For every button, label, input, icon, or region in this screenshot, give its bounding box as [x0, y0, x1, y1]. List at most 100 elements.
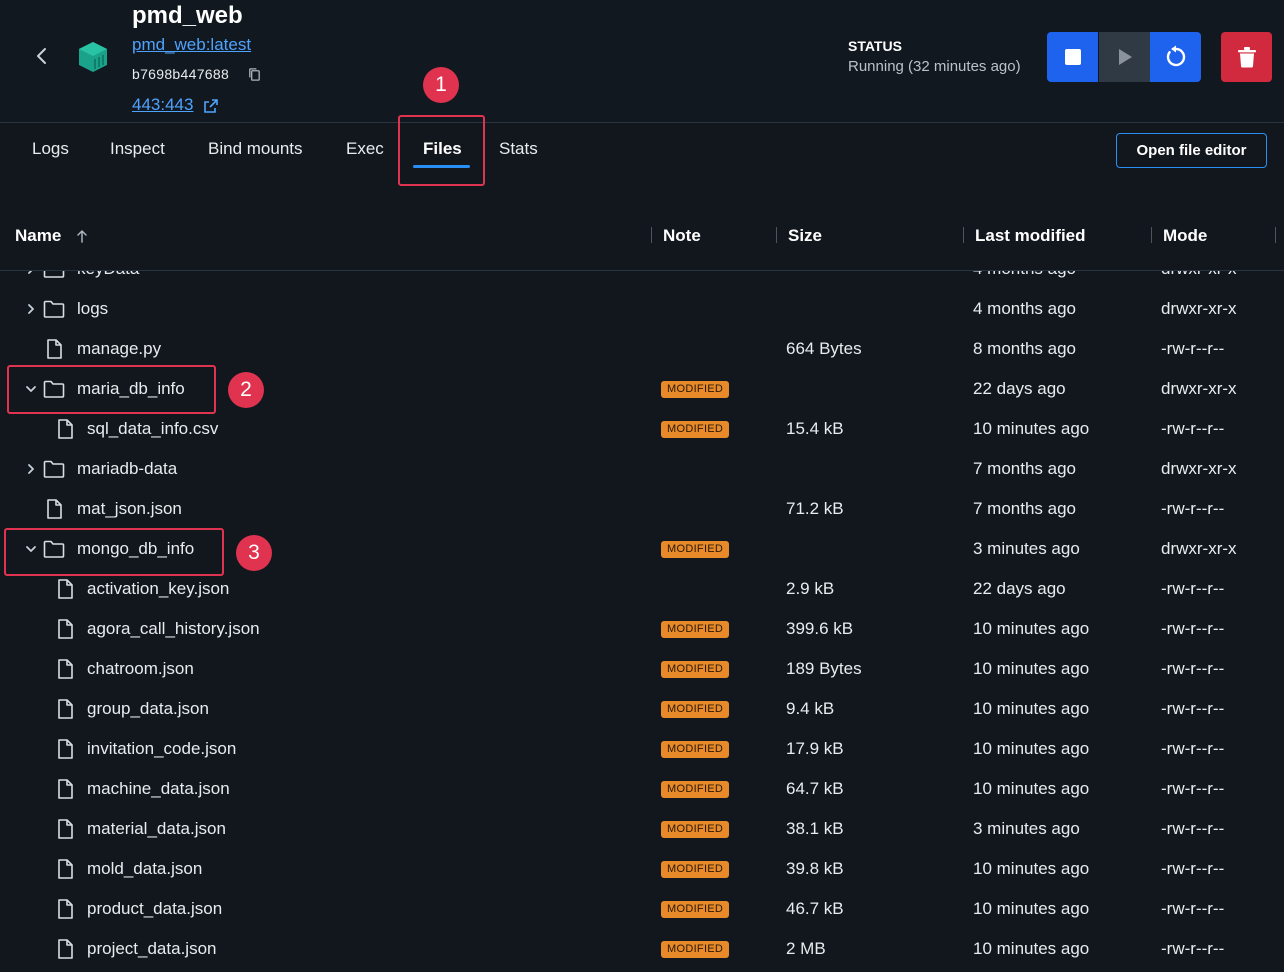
item-mode: -rw-r--r-- — [1161, 499, 1225, 518]
image-link[interactable]: pmd_web:latest — [132, 35, 251, 55]
item-name: logs — [77, 299, 109, 318]
column-header-last-modified[interactable]: Last modified — [975, 226, 1086, 246]
tab-bar: Logs Inspect Bind mounts Exec Files Stat… — [0, 123, 1284, 183]
item-name: machine_data.json — [87, 779, 230, 798]
file-row[interactable]: sql_data_info.csv MODIFIED 15.4 kB 10 minut… — [0, 410, 1284, 450]
item-size: 39.8 kB — [786, 859, 844, 878]
container-cube-icon — [79, 42, 107, 72]
file-row[interactable]: mold_data.json MODIFIED 39.8 kB 10 minutes … — [0, 850, 1284, 890]
trash-icon — [1237, 47, 1256, 68]
item-name: project_data.json — [87, 939, 217, 958]
modified-badge: MODIFIED — [661, 661, 730, 678]
file-row[interactable]: project_data.json MODIFIED 2 MB 10 minutes … — [0, 930, 1284, 970]
chevron-right-icon[interactable] — [24, 302, 38, 316]
item-mode: -rw-r--r-- — [1161, 939, 1225, 958]
table-header: Name Note Size Last modified Mode — [0, 212, 1284, 271]
item-mode: drwxr-xr-x — [1161, 539, 1237, 558]
file-icon — [54, 859, 76, 879]
item-last-modified: 3 minutes ago — [973, 539, 1080, 558]
item-size: 9.4 kB — [786, 699, 835, 718]
delete-button[interactable] — [1221, 32, 1272, 82]
item-mode: drwxr-xr-x — [1161, 271, 1237, 279]
item-size: 189 Bytes — [786, 659, 862, 678]
folder-icon — [43, 271, 65, 279]
annotation-marker-3: 3 — [236, 535, 272, 571]
tab-bind-mounts[interactable]: Bind mounts — [208, 139, 303, 159]
folder-row[interactable]: mariadb-data 7 months ago drwxr-xr-x — [0, 450, 1284, 490]
start-button[interactable] — [1099, 32, 1150, 82]
file-icon — [54, 579, 76, 599]
folder-row[interactable]: logs 4 months ago drwxr-xr-x — [0, 290, 1284, 330]
open-file-editor-button[interactable]: Open file editor — [1116, 133, 1267, 168]
file-icon — [54, 659, 76, 679]
copy-icon[interactable] — [247, 67, 262, 82]
column-resize-handle[interactable] — [1151, 227, 1152, 243]
file-row[interactable]: product_data.json MODIFIED 46.7 kB 10 minut… — [0, 890, 1284, 930]
annotation-marker-2: 2 — [228, 372, 264, 408]
port-link[interactable]: 443:443 — [132, 95, 193, 115]
file-row[interactable]: manage.py 664 Bytes 8 months ago -rw-r--r-- — [0, 330, 1284, 370]
item-mode: drwxr-xr-x — [1161, 299, 1237, 318]
tab-stats[interactable]: Stats — [499, 139, 538, 159]
stop-icon — [1064, 49, 1081, 65]
column-resize-handle[interactable] — [963, 227, 964, 243]
column-resize-handle[interactable] — [651, 227, 652, 243]
item-size: 15.4 kB — [786, 419, 844, 438]
chevron-right-icon[interactable] — [24, 462, 38, 476]
container-title: pmd_web — [132, 2, 243, 29]
sort-ascending-icon[interactable] — [75, 229, 89, 243]
item-last-modified: 22 days ago — [973, 579, 1066, 598]
item-mode: -rw-r--r-- — [1161, 579, 1225, 598]
file-row[interactable]: group_data.json MODIFIED 9.4 kB 10 minutes … — [0, 690, 1284, 730]
item-last-modified: 10 minutes ago — [973, 859, 1090, 878]
folder-row[interactable]: keyData 4 months ago drwxr-xr-x — [0, 271, 1284, 290]
item-mode: -rw-r--r-- — [1161, 819, 1225, 838]
item-size: 2 MB — [786, 939, 826, 958]
item-size: 71.2 kB — [786, 499, 844, 518]
file-icon — [54, 779, 76, 799]
tab-exec[interactable]: Exec — [346, 139, 384, 159]
file-icon — [43, 499, 65, 519]
column-header-size[interactable]: Size — [788, 226, 822, 246]
file-row[interactable]: agora_call_history.json MODIFIED 399.6 kB 1… — [0, 610, 1284, 650]
item-mode: -rw-r--r-- — [1161, 859, 1225, 878]
item-last-modified: 8 months ago — [973, 339, 1077, 358]
item-size: 46.7 kB — [786, 899, 844, 918]
file-row[interactable]: invitation_code.json MODIFIED 17.9 kB 10 mi… — [0, 730, 1284, 770]
column-header-name[interactable]: Name — [15, 226, 61, 246]
item-last-modified: 10 minutes ago — [973, 659, 1090, 678]
file-icon — [54, 819, 76, 839]
restart-icon — [1166, 45, 1185, 67]
chevron-right-icon[interactable] — [24, 271, 38, 276]
file-row[interactable]: mat_json.json 71.2 kB 7 months ago -rw-r--r… — [0, 490, 1284, 530]
file-row[interactable]: activation_key.json 2.9 kB 22 days ago -rw-… — [0, 570, 1284, 610]
restart-button[interactable] — [1150, 32, 1201, 82]
column-header-note[interactable]: Note — [663, 226, 701, 246]
file-row[interactable]: machine_data.json MODIFIED 64.7 kB 10 minut… — [0, 770, 1284, 810]
item-name: material_data.json — [87, 819, 226, 838]
item-last-modified: 4 months ago — [973, 299, 1077, 318]
tab-inspect[interactable]: Inspect — [110, 139, 165, 159]
folder-icon — [43, 299, 65, 319]
item-name: agora_call_history.json — [87, 619, 260, 638]
file-row[interactable]: chatroom.json MODIFIED 189 Bytes 10 minutes… — [0, 650, 1284, 690]
column-header-mode[interactable]: Mode — [1163, 226, 1207, 246]
tab-logs[interactable]: Logs — [32, 139, 69, 159]
item-mode: -rw-r--r-- — [1161, 659, 1225, 678]
stop-button[interactable] — [1047, 32, 1098, 82]
modified-badge: MODIFIED — [661, 821, 730, 838]
file-icon — [54, 419, 76, 439]
modified-badge: MODIFIED — [661, 901, 730, 918]
external-link-icon[interactable] — [203, 98, 219, 114]
highlight-box-mongo-db-info — [4, 528, 224, 576]
column-resize-handle[interactable] — [776, 227, 777, 243]
modified-badge: MODIFIED — [661, 541, 730, 558]
item-name: chatroom.json — [87, 659, 194, 678]
modified-badge: MODIFIED — [661, 861, 730, 878]
modified-badge: MODIFIED — [661, 421, 730, 438]
item-last-modified: 3 minutes ago — [973, 819, 1080, 838]
back-chevron-icon[interactable] — [30, 44, 54, 68]
file-row[interactable]: material_data.json MODIFIED 38.1 kB 3 minut… — [0, 810, 1284, 850]
item-size: 64.7 kB — [786, 779, 844, 798]
column-resize-handle[interactable] — [1275, 227, 1276, 243]
